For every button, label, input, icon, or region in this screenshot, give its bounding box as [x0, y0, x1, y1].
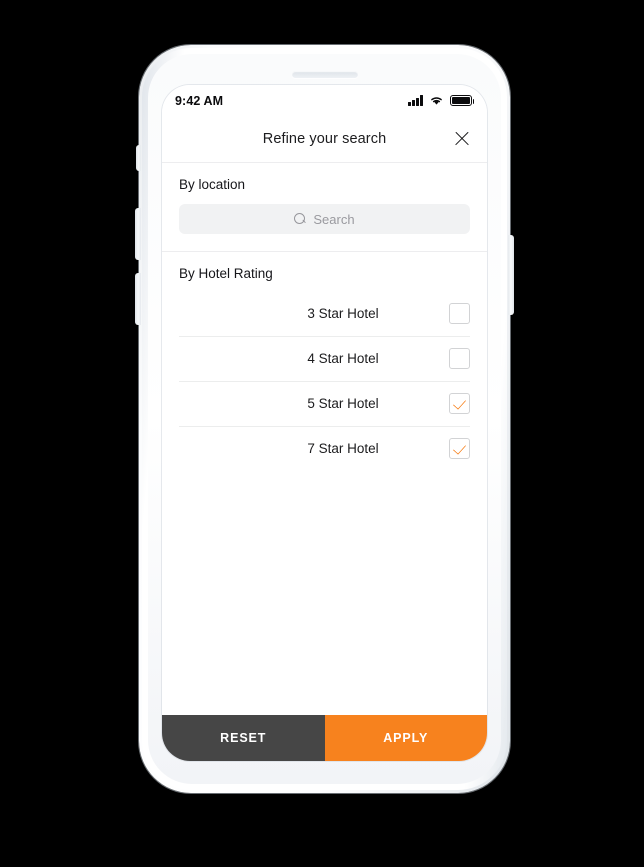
rating-option-label: 5 Star Hotel	[307, 396, 379, 411]
search-input[interactable]: Search	[179, 204, 470, 234]
wifi-icon	[431, 97, 442, 105]
apply-button[interactable]: APPLY	[324, 715, 487, 761]
earpiece-speaker	[291, 71, 358, 78]
rating-option-checkbox[interactable]	[449, 393, 470, 414]
status-bar-icons	[408, 95, 475, 106]
rating-option-checkbox[interactable]	[449, 438, 470, 459]
rating-option-row[interactable]: 4 Star Hotel	[162, 336, 487, 381]
close-icon[interactable]	[450, 127, 474, 151]
app-header: Refine your search	[162, 116, 487, 162]
volume-up-button[interactable]	[135, 208, 141, 260]
volume-down-button[interactable]	[135, 273, 141, 325]
silent-switch-button[interactable]	[136, 145, 141, 171]
search-icon	[294, 213, 306, 225]
rating-option-row[interactable]: 5 Star Hotel	[162, 381, 487, 426]
phone-screen: 9:42 AM Refine your search By location S…	[162, 85, 487, 761]
reset-button[interactable]: RESET	[162, 715, 325, 761]
phone-device-frame: 9:42 AM Refine your search By location S…	[135, 45, 514, 793]
rating-option-checkbox[interactable]	[449, 303, 470, 324]
rating-option-row[interactable]: 7 Star Hotel	[162, 426, 487, 471]
rating-option-label: 3 Star Hotel	[307, 306, 379, 321]
rating-option-label: 4 Star Hotel	[307, 351, 379, 366]
status-bar: 9:42 AM	[162, 85, 487, 116]
status-bar-time: 9:42 AM	[175, 93, 224, 108]
rating-option-row[interactable]: 3 Star Hotel	[162, 291, 487, 336]
signal-bars-icon	[408, 95, 423, 106]
location-section-label: By location	[179, 177, 246, 192]
action-bar: RESET APPLY	[162, 715, 487, 761]
rating-section: By Hotel Rating 3 Star Hotel 4 Star Hote…	[162, 252, 487, 471]
page-title: Refine your search	[262, 131, 387, 147]
screenshot-canvas: 9:42 AM Refine your search By location S…	[0, 0, 644, 867]
location-section: By location Search	[162, 163, 487, 251]
battery-full-icon	[450, 95, 475, 106]
power-button[interactable]	[508, 235, 514, 315]
rating-option-label: 7 Star Hotel	[307, 441, 379, 456]
rating-section-label: By Hotel Rating	[179, 266, 273, 281]
search-placeholder: Search	[313, 211, 355, 227]
rating-option-checkbox[interactable]	[449, 348, 470, 369]
